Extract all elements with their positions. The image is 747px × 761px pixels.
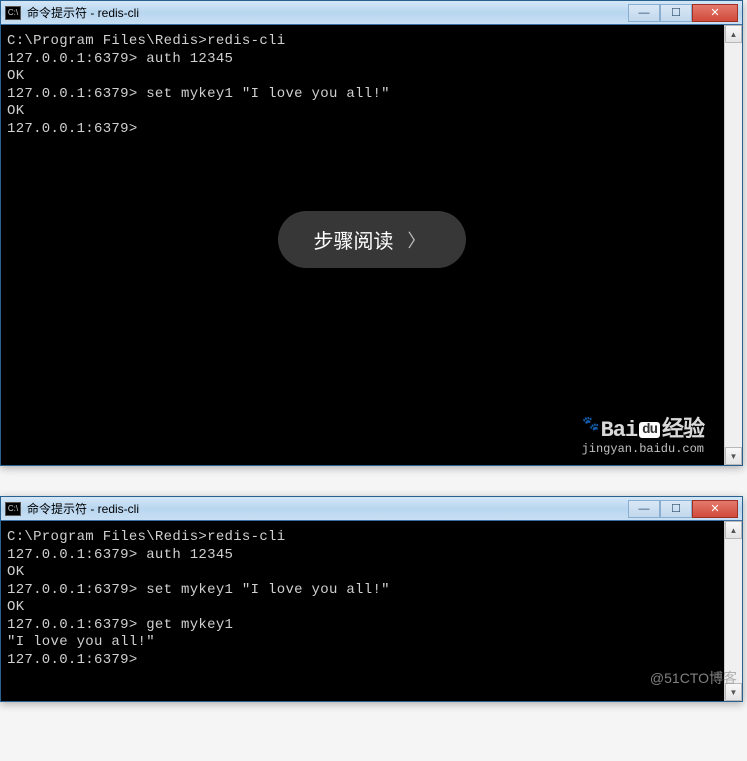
term-line: 127.0.0.1:6379> auth 12345 (7, 547, 718, 565)
title-bar[interactable]: C:\ 命令提示符 - redis-cli — ☐ ✕ (1, 1, 742, 25)
term-line: C:\Program Files\Redis>redis-cli (7, 33, 718, 51)
baidu-watermark: 🐾Baidu经验 jingyan.baidu.com (582, 417, 704, 458)
scroll-up-icon[interactable]: ▲ (725, 521, 742, 539)
paw-icon: 🐾 (582, 417, 598, 435)
minimize-button[interactable]: — (628, 500, 660, 518)
window-title: 命令提示符 - redis-cli (27, 500, 628, 517)
chevron-right-icon: 〉 (408, 227, 426, 253)
term-line: 127.0.0.1:6379> (7, 121, 718, 139)
step-read-button[interactable]: 步骤阅读 〉 (278, 211, 466, 268)
term-line: 127.0.0.1:6379> auth 12345 (7, 51, 718, 69)
brand-prefix: Bai (601, 418, 638, 443)
term-line: OK (7, 564, 718, 582)
terminal-wrap: C:\Program Files\Redis>redis-cli 127.0.0… (1, 521, 742, 701)
window-controls: — ☐ ✕ (628, 500, 738, 518)
close-button[interactable]: ✕ (692, 4, 738, 22)
step-label: 步骤阅读 (314, 225, 394, 254)
term-line: 127.0.0.1:6379> set mykey1 "I love you a… (7, 86, 718, 104)
maximize-button[interactable]: ☐ (660, 500, 692, 518)
term-line: C:\Program Files\Redis>redis-cli (7, 529, 718, 547)
scroll-down-icon[interactable]: ▼ (725, 447, 742, 465)
term-line: OK (7, 103, 718, 121)
minimize-button[interactable]: — (628, 4, 660, 22)
maximize-button[interactable]: ☐ (660, 4, 692, 22)
terminal-output[interactable]: C:\Program Files\Redis>redis-cli 127.0.0… (1, 521, 724, 701)
baidu-url: jingyan.baidu.com (582, 442, 704, 457)
term-line: "I love you all!" (7, 634, 718, 652)
term-line: OK (7, 68, 718, 86)
window-title: 命令提示符 - redis-cli (27, 4, 628, 21)
window-controls: — ☐ ✕ (628, 4, 738, 22)
title-bar[interactable]: C:\ 命令提示符 - redis-cli — ☐ ✕ (1, 497, 742, 521)
scroll-track[interactable] (725, 43, 742, 447)
cmd-icon: C:\ (5, 6, 21, 20)
term-line: 127.0.0.1:6379> (7, 652, 718, 670)
term-line: 127.0.0.1:6379> get mykey1 (7, 617, 718, 635)
brand-du: du (639, 422, 660, 438)
close-button[interactable]: ✕ (692, 500, 738, 518)
cmd-window-1: C:\ 命令提示符 - redis-cli — ☐ ✕ C:\Program F… (0, 0, 743, 466)
brand-suffix: 经验 (662, 418, 704, 443)
cto-watermark: @51CTO博客 (650, 668, 737, 688)
cmd-window-2: C:\ 命令提示符 - redis-cli — ☐ ✕ C:\Program F… (0, 496, 743, 702)
scroll-track[interactable] (725, 539, 742, 683)
cmd-icon: C:\ (5, 502, 21, 516)
term-line: OK (7, 599, 718, 617)
term-line: 127.0.0.1:6379> set mykey1 "I love you a… (7, 582, 718, 600)
scroll-up-icon[interactable]: ▲ (725, 25, 742, 43)
scrollbar[interactable]: ▲ ▼ (724, 25, 742, 465)
